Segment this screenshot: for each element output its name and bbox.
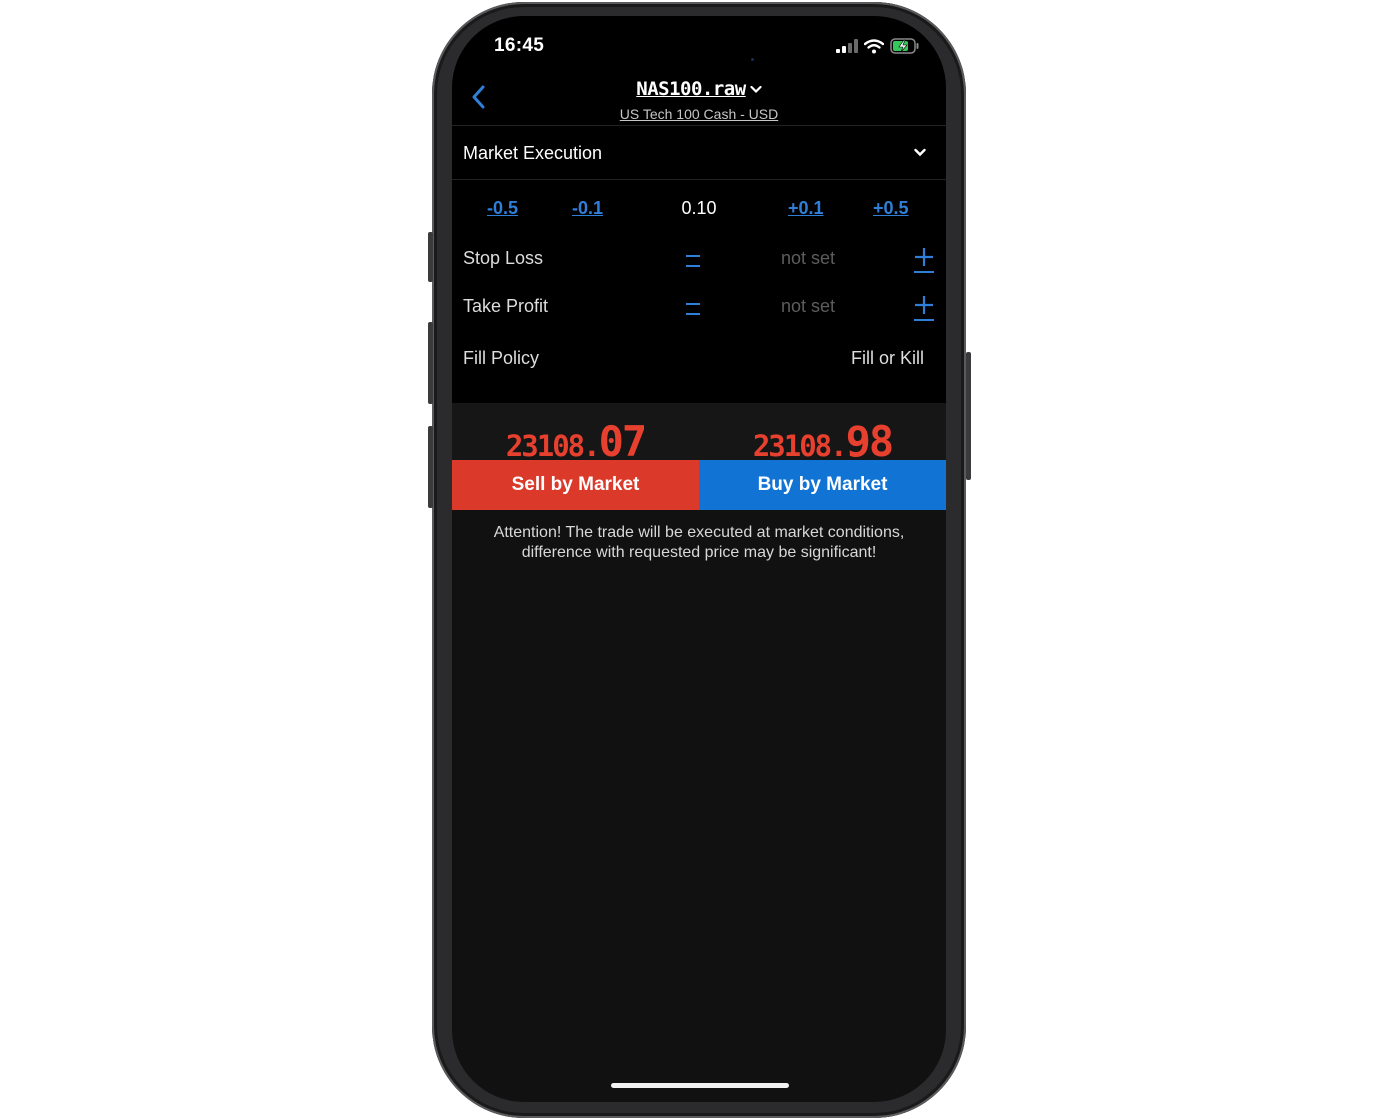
warning-line-2: difference with requested price may be s… [521,544,877,561]
symbol-selector[interactable]: NAS100.raw [452,78,946,100]
take-profit-row: Take Profit not set [452,286,946,332]
phone-power-button [966,352,971,480]
battery-charging-icon [890,38,919,54]
order-type-selector[interactable]: Market Execution [452,126,946,180]
market-warning: Attention! The trade will be executed at… [466,523,932,563]
divider [452,179,946,180]
stop-loss-plus-button[interactable] [912,244,936,276]
warning-line-1: Attention! The trade will be executed at… [493,524,905,541]
wifi-icon [864,38,884,53]
symbol-name: NAS100.raw [636,78,746,100]
take-profit-value[interactable]: not set [752,296,864,317]
symbol-chevron-icon [750,85,762,93]
camera-indicator [751,58,754,61]
status-time: 16:45 [494,35,545,56]
bid-price-pips: 07 [598,417,648,466]
sell-by-market-button[interactable]: Sell by Market [452,460,699,510]
buy-by-market-button[interactable]: Buy by Market [699,460,946,510]
minus-icon [686,255,700,257]
app-screen: 16:45 NAS100.raw US Tech 100 Cash - USD … [452,16,946,1102]
ask-price-pips: 98 [845,417,895,466]
order-form: 16:45 NAS100.raw US Tech 100 Cash - USD … [452,16,946,403]
fill-policy-row[interactable]: Fill Policy Fill or Kill [452,338,946,384]
stop-loss-row: Stop Loss not set [452,238,946,284]
phone-volume-down-button [428,426,433,508]
order-type-label: Market Execution [463,143,603,163]
volume-plus-0.5-button[interactable]: +0.5 [873,198,909,219]
stop-loss-label: Stop Loss [463,248,544,268]
signal-icon [836,39,858,53]
fill-policy-label: Fill Policy [463,348,540,368]
fill-policy-value[interactable]: Fill or Kill [851,348,924,369]
home-indicator[interactable] [611,1083,789,1088]
take-profit-minus-button[interactable] [686,298,700,320]
minus-icon [686,303,700,305]
stop-loss-value[interactable]: not set [752,248,864,269]
bid-price: 23108.07 [452,417,699,466]
ask-price: 23108.98 [699,417,946,466]
volume-value[interactable]: 0.10 [680,198,718,219]
symbol-description[interactable]: US Tech 100 Cash - USD [452,106,946,122]
volume-minus-0.5-button[interactable]: -0.5 [487,198,518,219]
phone-action-button [428,232,433,282]
bid-price-main: 23108. [505,429,601,463]
volume-minus-0.1-button[interactable]: -0.1 [572,198,603,219]
ask-price-main: 23108. [752,429,848,463]
status-icons [836,38,920,54]
take-profit-plus-button[interactable] [912,292,936,324]
take-profit-label: Take Profit [463,296,549,316]
volume-stepper: -0.5 -0.1 0.10 +0.1 +0.5 [452,188,946,232]
dropdown-chevron-icon [914,148,926,157]
volume-plus-0.1-button[interactable]: +0.1 [788,198,824,219]
phone-volume-up-button [428,322,433,404]
stop-loss-minus-button[interactable] [686,250,700,272]
